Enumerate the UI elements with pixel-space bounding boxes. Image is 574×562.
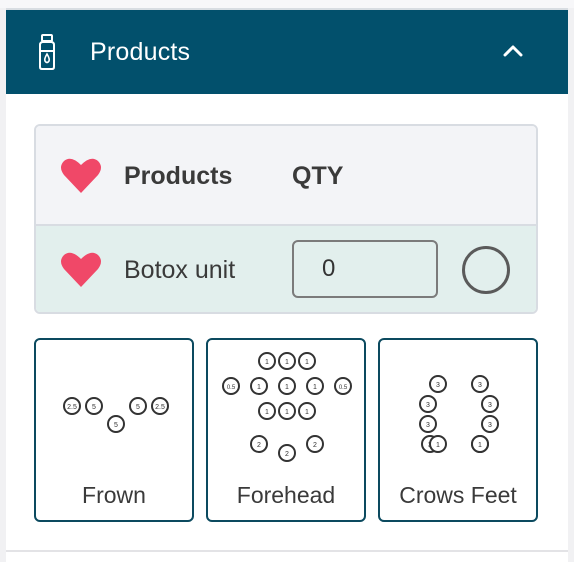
svg-text:5: 5: [92, 404, 96, 411]
injection-point: 5: [129, 397, 147, 415]
svg-text:2: 2: [313, 442, 317, 449]
svg-text:3: 3: [478, 382, 482, 389]
svg-text:5: 5: [136, 404, 140, 411]
forehead-diagram: 1 1 1 0.5 1 1 1 0.5 1 1 1 2 2 2: [222, 352, 352, 462]
injection-point: 2: [278, 444, 296, 462]
injection-point: 3: [481, 415, 499, 433]
template-label: Frown: [82, 482, 146, 508]
template-card-crows-feet[interactable]: 3 3 3 3 3 3 3 3 1 1 Crows Feet: [378, 338, 538, 522]
top-strip: [0, 0, 574, 8]
svg-text:1: 1: [257, 384, 261, 391]
svg-text:1: 1: [436, 442, 440, 449]
products-table: Products QTY Botox unit: [34, 124, 538, 314]
injection-point: 3: [419, 395, 437, 413]
injection-point: 5: [85, 397, 103, 415]
table-header-row: Products QTY: [36, 126, 536, 226]
svg-text:1: 1: [265, 409, 269, 416]
frown-diagram: 2.5 5 5 5 2.5: [63, 397, 169, 433]
injection-point: 1: [258, 402, 276, 420]
svg-text:2.5: 2.5: [67, 404, 77, 411]
heart-icon[interactable]: [60, 156, 102, 194]
bottle-icon: [39, 34, 55, 70]
injection-point: 3: [419, 415, 437, 433]
svg-text:0.5: 0.5: [339, 385, 348, 391]
svg-text:5: 5: [114, 422, 118, 429]
injection-point: 0.5: [222, 377, 240, 395]
svg-text:3: 3: [488, 402, 492, 409]
svg-text:2: 2: [257, 442, 261, 449]
svg-text:1: 1: [305, 409, 309, 416]
svg-text:3: 3: [488, 422, 492, 429]
template-card-forehead[interactable]: 1 1 1 0.5 1 1 1 0.5 1 1 1 2 2 2 Forehead: [206, 338, 366, 522]
product-name: Botox unit: [124, 256, 236, 284]
svg-text:3: 3: [436, 382, 440, 389]
injection-point: 1: [298, 402, 316, 420]
injection-point: 1: [306, 377, 324, 395]
injection-point: 3: [481, 395, 499, 413]
injection-point: 1: [429, 435, 447, 453]
svg-text:1: 1: [285, 409, 289, 416]
template-label: Crows Feet: [399, 482, 517, 508]
qty-input[interactable]: [292, 240, 438, 298]
template-card-frown[interactable]: 2.5 5 5 5 2.5 Frown: [34, 338, 194, 522]
svg-text:1: 1: [305, 359, 309, 366]
crows-feet-diagram: 3 3 3 3 3 3 3 3 1 1: [419, 375, 499, 453]
injection-point: 1: [250, 377, 268, 395]
svg-text:1: 1: [285, 359, 289, 366]
heart-icon[interactable]: [60, 250, 102, 288]
injection-point: 1: [298, 352, 316, 370]
injection-point: 5: [107, 415, 125, 433]
svg-text:1: 1: [313, 384, 317, 391]
column-header-qty: QTY: [292, 162, 344, 190]
injection-point: 1: [278, 377, 296, 395]
injection-point: 2: [250, 435, 268, 453]
svg-text:3: 3: [426, 422, 430, 429]
chevron-up-icon[interactable]: [502, 42, 524, 58]
svg-text:2.5: 2.5: [155, 404, 165, 411]
column-header-products: Products: [124, 162, 233, 190]
svg-text:3: 3: [426, 402, 430, 409]
products-panel: Products Products QTY Botox unit 2.5 5 5: [6, 8, 568, 562]
injection-point: 2.5: [63, 397, 81, 415]
injection-point: 1: [278, 402, 296, 420]
injection-point: 1: [258, 352, 276, 370]
table-row: Botox unit: [36, 226, 536, 312]
svg-text:1: 1: [478, 442, 482, 449]
injection-point: 2.5: [151, 397, 169, 415]
injection-point: 1: [471, 435, 489, 453]
svg-text:1: 1: [285, 384, 289, 391]
injection-point: 3: [471, 375, 489, 393]
svg-text:0.5: 0.5: [227, 385, 236, 391]
template-label: Forehead: [236, 482, 336, 508]
panel-title: Products: [90, 38, 191, 66]
svg-text:1: 1: [265, 359, 269, 366]
section-divider: [6, 550, 568, 552]
products-accordion-header[interactable]: Products: [6, 8, 568, 94]
injection-point: 0.5: [334, 377, 352, 395]
injection-point: 2: [306, 435, 324, 453]
select-radio[interactable]: [462, 246, 510, 294]
injection-point: 3: [429, 375, 447, 393]
injection-point: 1: [278, 352, 296, 370]
svg-text:2: 2: [285, 451, 289, 458]
